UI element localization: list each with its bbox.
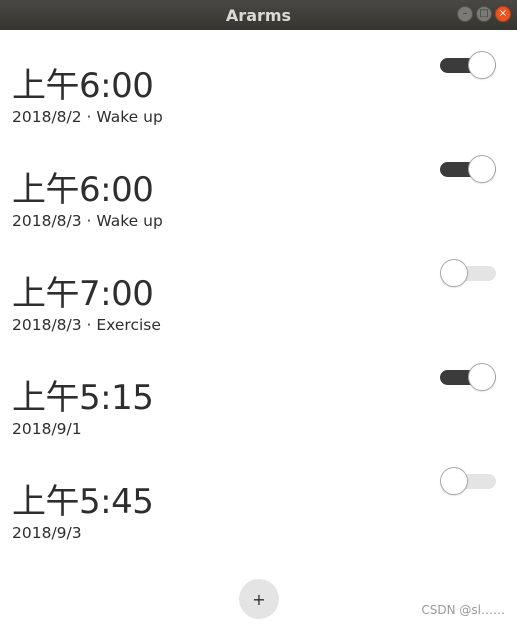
switch-knob [468,363,496,391]
alarm-row[interactable]: 上午5:45 2018/9/3 [0,456,517,560]
maximize-icon: □ [479,8,489,19]
alarm-row[interactable]: 上午5:15 2018/9/1 [0,352,517,456]
alarm-date-label: 2018/8/3 · Exercise [12,316,161,334]
maximize-button[interactable]: □ [476,6,492,22]
close-icon: × [498,8,508,19]
add-alarm-button[interactable]: + [239,579,279,619]
alarm-toggle-switch[interactable] [440,51,496,79]
window-controls: – □ × [457,6,511,22]
alarm-toggle-switch[interactable] [440,259,496,287]
minimize-icon: – [462,8,468,19]
alarm-toggle-switch[interactable] [440,155,496,183]
window-title: Ararms [225,5,292,25]
switch-knob [440,467,468,495]
alarm-time: 上午5:45 [12,482,154,522]
alarm-time: 上午7:00 [12,274,154,314]
alarm-date-label: 2018/8/2 · Wake up [12,108,163,126]
close-button[interactable]: × [495,6,511,22]
alarm-row[interactable]: 上午7:00 2018/8/3 · Exercise [0,248,517,352]
alarms-window: Ararms – □ × 上午6:00 2018/8/2 · Wake up 上… [0,0,517,627]
alarm-time: 上午6:00 [12,170,154,210]
switch-knob [468,51,496,79]
alarm-toggle-switch[interactable] [440,467,496,495]
title-bar[interactable]: Ararms – □ × [0,0,517,30]
switch-knob [440,259,468,287]
alarm-date-label: 2018/9/1 [12,420,82,438]
watermark: CSDN @sl…… [421,603,505,617]
alarm-toggle-switch[interactable] [440,363,496,391]
alarm-date-label: 2018/8/3 · Wake up [12,212,163,230]
alarm-date-label: 2018/9/3 [12,524,82,542]
alarm-row[interactable]: 上午6:00 2018/8/2 · Wake up [0,40,517,144]
minimize-button[interactable]: – [457,6,473,22]
alarm-time: 上午5:15 [12,378,154,418]
switch-knob [468,155,496,183]
alarm-row[interactable]: 上午6:00 2018/8/3 · Wake up [0,144,517,248]
plus-icon: + [252,589,266,609]
alarm-time: 上午6:00 [12,66,154,106]
